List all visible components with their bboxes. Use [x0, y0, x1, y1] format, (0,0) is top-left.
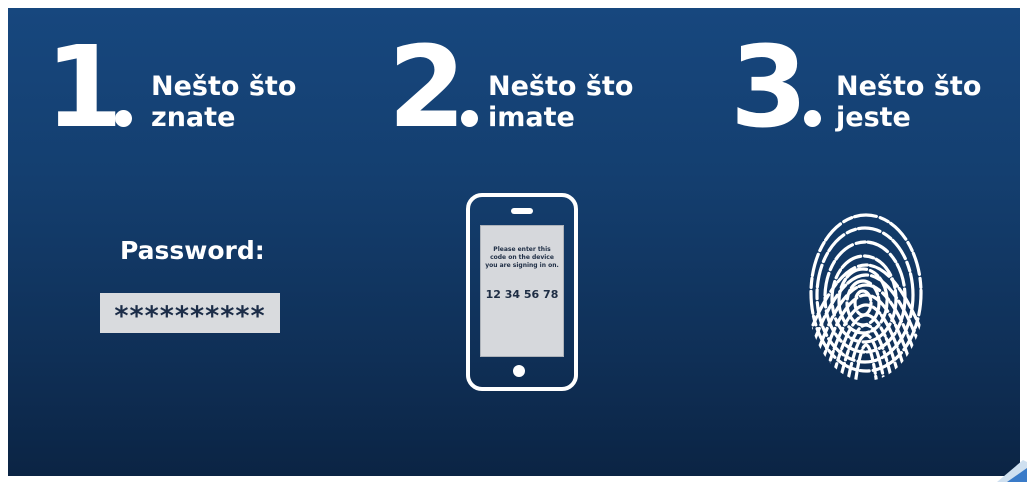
phone-code: 12 34 56 78: [485, 288, 559, 301]
phone-speaker: [511, 208, 533, 214]
phone-home-button: [513, 365, 525, 377]
step-label: Nešto što imate: [488, 71, 633, 133]
step-dot: [804, 110, 821, 127]
step-label-line2: jeste: [836, 102, 911, 133]
step-label-line2: imate: [488, 102, 575, 133]
step-number: 1: [45, 23, 123, 153]
step-dot: [461, 110, 478, 127]
step-label-line1: Nešto što: [151, 71, 297, 102]
fingerprint-icon: [808, 213, 924, 381]
smartphone-icon: Please enter this code on the device you…: [466, 193, 578, 391]
step-label: Nešto što jeste: [836, 71, 981, 133]
password-label: Password:: [120, 236, 265, 265]
phone-screen: Please enter this code on the device you…: [480, 225, 564, 357]
step-label-line1: Nešto što: [836, 71, 982, 102]
step-label-line2: znate: [151, 102, 236, 133]
slide: 1 Nešto što znate 2 Nešto što imate 3 Ne…: [8, 8, 1020, 476]
step-label: Nešto što znate: [151, 71, 296, 133]
phone-message: Please enter this code on the device you…: [485, 246, 559, 269]
step-number: 3: [730, 23, 808, 153]
step-dot: [115, 110, 132, 127]
step-number: 2: [388, 23, 466, 153]
step-label-line1: Nešto što: [488, 71, 634, 102]
password-field: **********: [100, 293, 280, 333]
corner-logo-icon: [997, 460, 1027, 482]
